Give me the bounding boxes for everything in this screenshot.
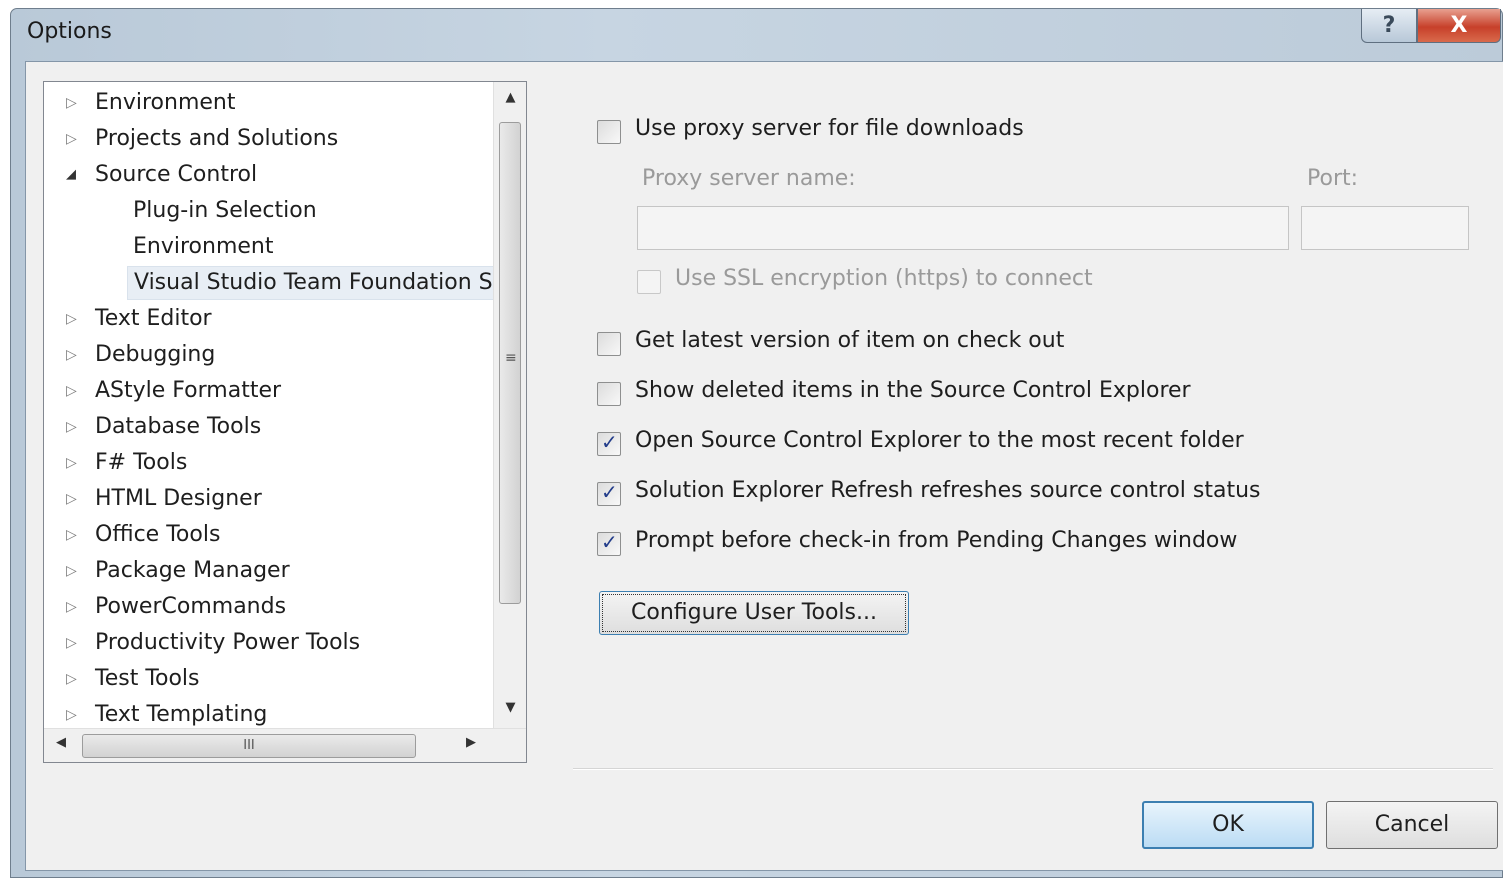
option-label: Get latest version of item on check out	[635, 328, 1065, 353]
option-checkbox[interactable]	[597, 480, 621, 506]
option-label: Solution Explorer Refresh refreshes sour…	[635, 478, 1261, 503]
tree-item[interactable]: Plug-in Selection	[44, 194, 493, 228]
title-bar[interactable]: Options ? X	[11, 9, 1502, 61]
expand-arrow-icon[interactable]: ▷	[66, 122, 82, 156]
tree-item[interactable]: ▷ Test Tools	[44, 662, 493, 696]
expand-arrow-icon[interactable]: ▷	[66, 482, 82, 516]
tree-item[interactable]: ▷ Database Tools	[44, 410, 493, 444]
horizontal-scroll-thumb[interactable]: III	[82, 734, 416, 758]
expand-arrow-icon[interactable]: ▷	[66, 374, 82, 408]
tree-item[interactable]: ▷ AStyle Formatter	[44, 374, 493, 408]
option-checkbox[interactable]	[597, 430, 621, 456]
expand-arrow-icon[interactable]: ▷	[66, 338, 82, 372]
tree-item-label: Text Editor	[95, 306, 212, 331]
tree-horizontal-scrollbar[interactable]: ◀ III ▶	[44, 728, 526, 762]
tree-item-label: Projects and Solutions	[95, 126, 339, 151]
tree-item[interactable]: ▷ PowerCommands	[44, 590, 493, 624]
expand-arrow-icon[interactable]: ▷	[66, 554, 82, 588]
tree-item[interactable]: ▷ Text Templating	[44, 698, 493, 728]
use-proxy-checkbox[interactable]	[597, 120, 621, 144]
options-dialog: Options ? X ▷ Environment ▷ Projects and So…	[10, 8, 1503, 878]
tree-item-label: Plug-in Selection	[133, 198, 317, 223]
ok-button[interactable]: OK	[1142, 801, 1314, 849]
tree-item-list: ▷ Environment ▷ Projects and Solutions ◢ Sour…	[44, 82, 493, 728]
tree-item-label: Package Manager	[95, 558, 290, 583]
option-checkbox[interactable]	[597, 382, 621, 406]
tree-item[interactable]: ▷ Package Manager	[44, 554, 493, 588]
tree-item-label: Source Control	[95, 162, 258, 187]
help-icon: ?	[1382, 13, 1396, 38]
tree-item[interactable]: ▷ Productivity Power Tools	[44, 626, 493, 660]
scroll-left-icon[interactable]: ◀	[56, 735, 66, 750]
expand-arrow-icon[interactable]: ▷	[66, 86, 82, 120]
close-button[interactable]: X	[1417, 9, 1501, 43]
tree-item[interactable]: Visual Studio Team Foundation Se	[44, 266, 493, 300]
tree-item-label: F# Tools	[95, 450, 188, 475]
expand-arrow-icon[interactable]: ▷	[66, 590, 82, 624]
tree-item-label: Office Tools	[95, 522, 221, 547]
window-title: Options	[27, 19, 112, 44]
scroll-down-icon[interactable]: ▼	[494, 700, 527, 715]
cancel-button[interactable]: Cancel	[1326, 801, 1498, 849]
proxy-server-name-input[interactable]	[637, 206, 1289, 250]
options-tree[interactable]: ▷ Environment ▷ Projects and Solutions ◢ Sour…	[43, 81, 527, 763]
proxy-port-label: Port:	[1307, 166, 1359, 191]
proxy-server-name-label: Proxy server name:	[642, 166, 856, 191]
option-label: Prompt before check-in from Pending Chan…	[635, 528, 1238, 553]
tree-item-label: AStyle Formatter	[95, 378, 282, 403]
scroll-right-icon[interactable]: ▶	[466, 735, 476, 750]
help-button[interactable]: ?	[1361, 9, 1417, 43]
tree-item-label: PowerCommands	[95, 594, 287, 619]
expand-arrow-icon[interactable]: ▷	[66, 302, 82, 336]
tree-item-label: Environment	[133, 234, 274, 259]
tree-item-label: Test Tools	[95, 666, 200, 691]
expand-arrow-icon[interactable]: ▷	[66, 662, 82, 696]
option-label: Open Source Control Explorer to the most…	[635, 428, 1244, 453]
option-checkbox[interactable]	[597, 332, 621, 356]
tree-item[interactable]: ▷ Environment	[44, 86, 493, 120]
tree-item[interactable]: ▷ Text Editor	[44, 302, 493, 336]
tree-vertical-scrollbar[interactable]: ▲ ≡ ▼	[493, 82, 526, 728]
configure-user-tools-button[interactable]: Configure User Tools...	[599, 591, 909, 635]
collapse-arrow-icon[interactable]: ◢	[66, 158, 82, 192]
expand-arrow-icon[interactable]: ▷	[66, 410, 82, 444]
tree-item[interactable]: Environment	[44, 230, 493, 264]
tree-item-label: HTML Designer	[95, 486, 262, 511]
expand-arrow-icon[interactable]: ▷	[66, 446, 82, 480]
use-proxy-label: Use proxy server for file downloads	[635, 116, 1024, 141]
scroll-grip-icon: ≡	[505, 350, 517, 366]
tree-item-label: Debugging	[95, 342, 216, 367]
tree-item-label: Visual Studio Team Foundation Se	[127, 266, 493, 300]
tree-item-label: Productivity Power Tools	[95, 630, 361, 655]
option-checkbox[interactable]	[597, 530, 621, 556]
tree-item-label: Environment	[95, 90, 236, 115]
close-icon: X	[1450, 13, 1468, 38]
option-label: Show deleted items in the Source Control…	[635, 378, 1191, 403]
use-ssl-label: Use SSL encryption (https) to connect	[675, 266, 1093, 291]
tree-item[interactable]: ▷ HTML Designer	[44, 482, 493, 516]
tree-item[interactable]: ▷ Office Tools	[44, 518, 493, 552]
proxy-port-input[interactable]	[1301, 206, 1469, 250]
tree-item[interactable]: ▷ F# Tools	[44, 446, 493, 480]
expand-arrow-icon[interactable]: ▷	[66, 626, 82, 660]
tree-item[interactable]: ▷ Debugging	[44, 338, 493, 372]
use-ssl-checkbox[interactable]	[637, 270, 661, 294]
tree-item-label: Database Tools	[95, 414, 262, 439]
expand-arrow-icon[interactable]: ▷	[66, 518, 82, 552]
tree-item-label: Text Templating	[95, 702, 268, 727]
separator	[573, 768, 1493, 770]
scroll-up-icon[interactable]: ▲	[494, 90, 527, 105]
tree-item[interactable]: ◢ Source Control	[44, 158, 493, 192]
tree-item[interactable]: ▷ Projects and Solutions	[44, 122, 493, 156]
expand-arrow-icon[interactable]: ▷	[66, 698, 82, 728]
dialog-client-area: ▷ Environment ▷ Projects and Solutions ◢ Sour…	[25, 61, 1503, 871]
